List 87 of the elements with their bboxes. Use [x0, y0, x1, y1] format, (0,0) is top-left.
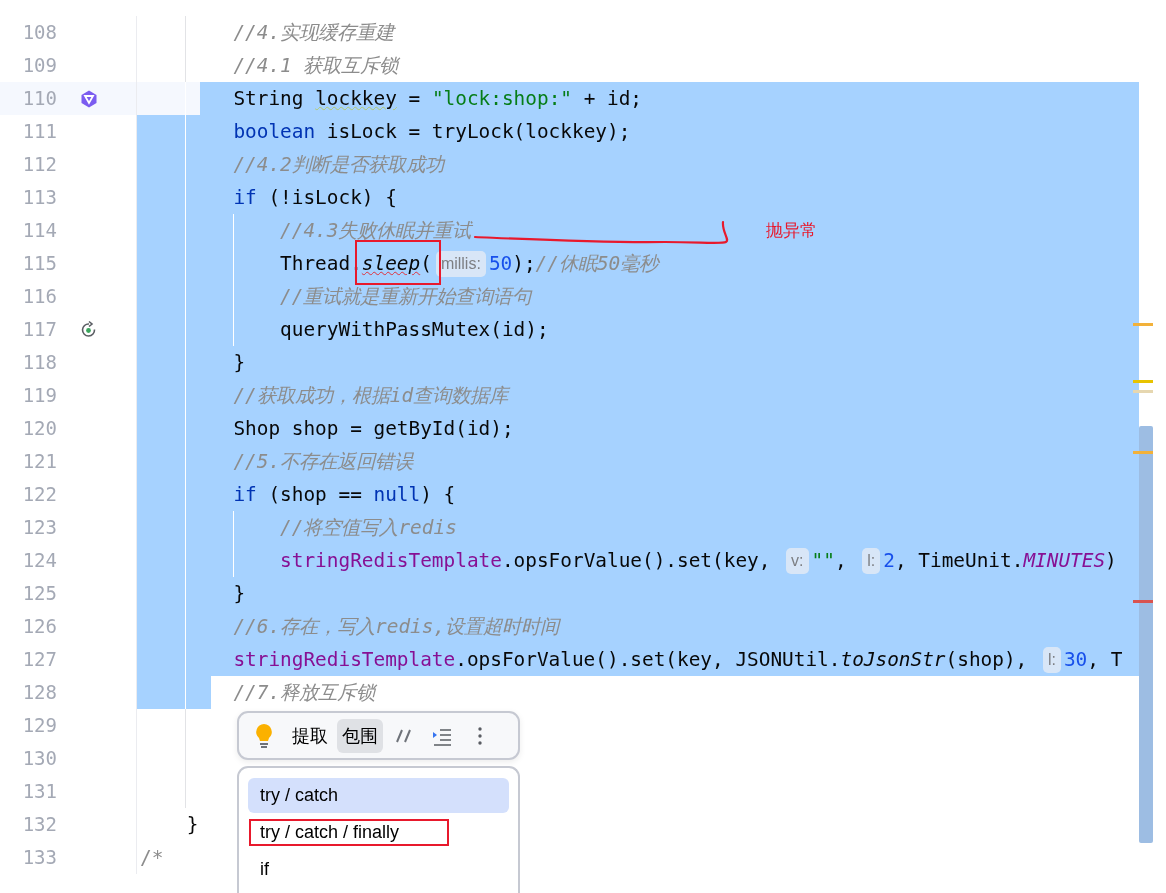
menu-item[interactable]: try / catch / finally [248, 815, 509, 850]
line-number: 133 [22, 845, 57, 870]
line-number: 114 [22, 218, 57, 243]
code-token: stringRedisTemplate [232, 647, 456, 672]
line-number: 120 [22, 416, 57, 441]
code-token: Shop shop = getById(id); [232, 416, 514, 441]
line-number: 110 [22, 86, 57, 111]
line-number: 109 [22, 53, 57, 78]
line-number: 115 [22, 251, 57, 276]
parameter-hint: v: [786, 547, 809, 574]
line-number: 108 [22, 20, 57, 45]
code-token: if [232, 185, 257, 210]
line-number: 129 [22, 713, 57, 738]
line-number: 118 [22, 350, 57, 375]
code-token: null [373, 482, 421, 507]
code-token: (shop), [945, 647, 1029, 672]
code-token: (!isLock) { [267, 185, 397, 210]
code-comment: //获取成功，根据id查询数据库 [232, 383, 509, 408]
line-number: 122 [22, 482, 57, 507]
line-number: 130 [22, 746, 57, 771]
line-number: 132 [22, 812, 57, 837]
code-token: ) [1105, 548, 1117, 573]
code-token: ( [420, 251, 432, 276]
toolbar-button[interactable]: 包围 [337, 718, 383, 753]
code-token: "" [811, 548, 835, 573]
line-number: 123 [22, 515, 57, 540]
code-token: } [185, 812, 199, 837]
line-number: 127 [22, 647, 57, 672]
menu-item[interactable]: if [248, 852, 509, 887]
code-comment: //5.不存在返回错误 [232, 449, 414, 474]
code-token: toJsonStr [840, 647, 946, 672]
line-number: 116 [22, 284, 57, 309]
code-token: MINUTES [1023, 548, 1106, 573]
code-token: queryWithPassMutex(id); [279, 317, 549, 342]
line-number: 111 [22, 119, 57, 144]
code-comment: //4.实现缓存重建 [232, 20, 395, 45]
code-token: , TimeUnit. [894, 548, 1024, 573]
code-comment: //重试就是重新开始查询语句 [279, 284, 532, 309]
code-token: 50 [488, 251, 513, 276]
code-comment: //4.1 获取互斥锁 [232, 53, 399, 78]
menu-item[interactable]: try / catch [248, 778, 509, 813]
code-comment: //7.释放互斥锁 [232, 680, 376, 705]
code-token: sleep [361, 251, 421, 276]
code-token: 2 [883, 548, 895, 573]
code-token: (shop == [267, 482, 363, 507]
scrollbar-thumb[interactable] [1139, 426, 1153, 843]
code-token: stringRedisTemplate [279, 548, 502, 573]
line-number: 126 [22, 614, 57, 639]
code-token: , T [1087, 647, 1123, 672]
line-number: 128 [22, 680, 57, 705]
parameter-hint: l: [862, 547, 881, 574]
line-number: 131 [22, 779, 57, 804]
code-token: ); [512, 251, 536, 276]
ai-assistant-icon [79, 88, 99, 109]
line-number: 117 [22, 317, 57, 342]
code-comment: //休眠50毫秒 [535, 251, 659, 276]
code-comment: /* [140, 845, 164, 870]
annotation-text: 抛异常 [766, 220, 817, 242]
code-token: .opsForValue().set(key, [501, 548, 772, 573]
code-token: , [834, 548, 848, 573]
code-token: boolean [232, 119, 316, 144]
code-token: 30 [1063, 647, 1088, 672]
line-number: 119 [22, 383, 57, 408]
code-token: isLock = tryLock(lockkey); [325, 119, 631, 144]
code-comment: //6.存在，写入redis,设置超时时间 [232, 614, 560, 639]
code-token: = [407, 86, 422, 111]
parameter-hint: l: [1042, 646, 1061, 673]
code-token: lockkey [315, 86, 397, 111]
parameter-hint: millis: [435, 250, 486, 277]
line-number: 121 [22, 449, 57, 474]
code-token: if [232, 482, 257, 507]
code-token: ) { [420, 482, 456, 507]
line-number: 124 [22, 548, 57, 573]
line-number: 113 [22, 185, 57, 210]
line-number: 112 [22, 152, 57, 177]
code-comment: //将空值写入redis [279, 515, 457, 540]
code-token: String [232, 86, 305, 111]
code-token: .opsForValue().set(key, JSONUtil. [455, 647, 841, 672]
toolbar-button[interactable]: 提取 [287, 718, 333, 753]
code-comment: //4.2判断是否获取成功 [232, 152, 444, 177]
code-token: } [232, 350, 246, 375]
lightbulb-icon [253, 722, 275, 749]
code-token: } [232, 581, 246, 606]
line-number: 125 [22, 581, 57, 606]
code-token: + id; [582, 86, 643, 111]
code-comment: //4.3失败休眠并重试 [279, 218, 472, 243]
code-token: "lock:shop:" [431, 86, 572, 111]
